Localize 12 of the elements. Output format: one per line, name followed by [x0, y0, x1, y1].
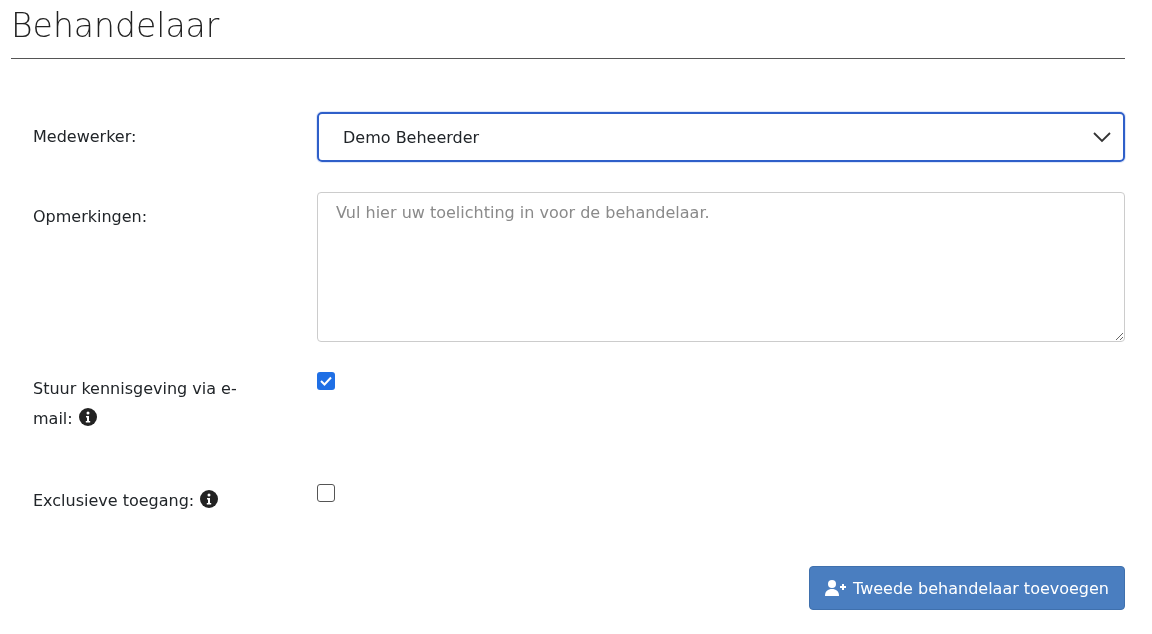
add-handler-button[interactable]: Tweede behandelaar toevoegen	[809, 566, 1125, 610]
chevron-down-icon	[1093, 131, 1111, 143]
field-label: Opmerkingen:	[33, 207, 148, 226]
user-plus-icon	[825, 580, 848, 596]
checkbox[interactable]	[317, 372, 335, 390]
checkbox[interactable]	[317, 484, 335, 502]
field-label: Stuur kennisgeving via e-mail:	[33, 379, 237, 428]
field-label: Medewerker:	[33, 127, 137, 146]
employee-select[interactable]: Demo Beheerder	[317, 112, 1125, 162]
page-title: Behandelaar	[11, 5, 220, 47]
remarks-textarea[interactable]: Vul hier uw toelichting in voor de behandelaar.	[317, 192, 1125, 342]
field-label: Exclusieve toegang:	[33, 491, 195, 510]
